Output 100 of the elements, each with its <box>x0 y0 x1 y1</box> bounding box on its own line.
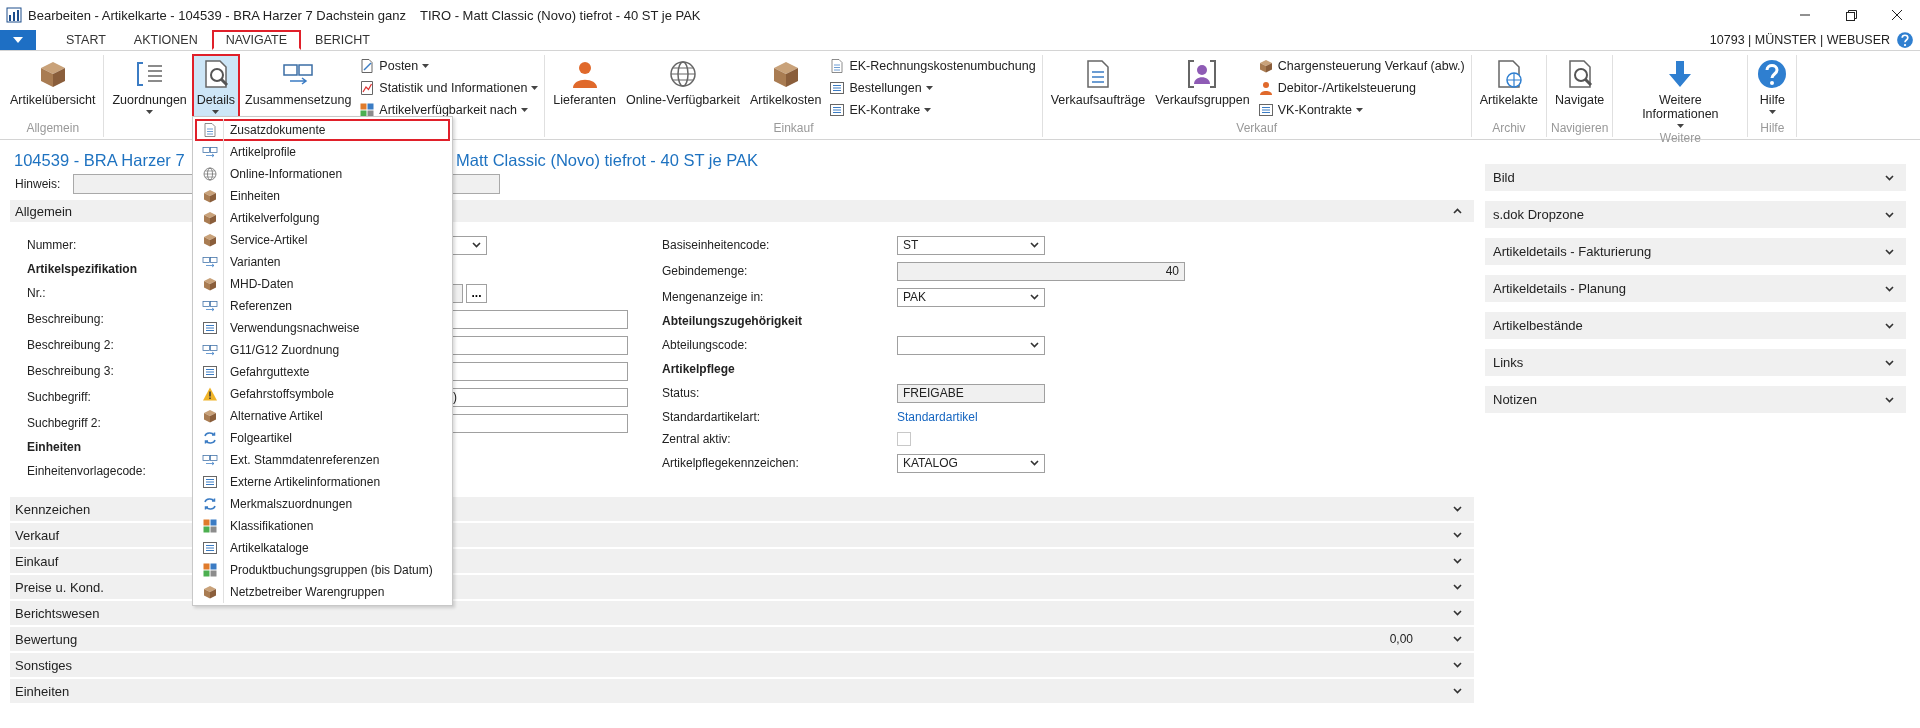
chevron-down-icon[interactable] <box>472 242 481 248</box>
menu-item[interactable]: Alternative Artikel <box>195 405 450 427</box>
chevron-down-icon[interactable] <box>1030 342 1039 348</box>
subsection-heading: Abteilungszugehörigkeit <box>662 314 802 328</box>
ribbon-button[interactable]: Artikelkosten <box>745 55 826 117</box>
input-field[interactable]: 40 <box>897 261 1185 281</box>
menu-item[interactable]: Externe Artikelinformationen <box>195 471 450 493</box>
menu-item[interactable]: Zusatzdokumente <box>195 119 450 141</box>
ribbon-button[interactable]: Verkaufsaufträge <box>1046 55 1150 117</box>
menu-item[interactable]: Service-Artikel <box>195 229 450 251</box>
ribbon-button[interactable]: Artikelübersicht <box>6 55 100 117</box>
chevron-down-icon[interactable] <box>1453 506 1462 512</box>
ribbon-button[interactable]: VK-Kontrakte <box>1255 99 1467 120</box>
menu-item[interactable]: Artikelprofile <box>195 141 450 163</box>
field-label: Suchbegriff: <box>27 390 91 404</box>
ribbon-button[interactable]: EK-Rechnungskostenumbuchung <box>827 55 1038 76</box>
section-header[interactable]: Berichtswesen <box>10 601 1474 625</box>
dropdown-field[interactable]: PAK <box>897 287 1045 307</box>
ribbon-button[interactable]: Navigate <box>1551 55 1609 117</box>
field-label: Beschreibung 3: <box>27 364 114 378</box>
ribbon-button[interactable]: Chargensteuerung Verkauf (abw.) <box>1255 55 1467 76</box>
field-label: Basiseinheitencode: <box>662 238 771 252</box>
ribbon-tab[interactable]: AKTIONEN <box>119 30 212 50</box>
factbox-header[interactable]: Artikelbestände <box>1485 312 1906 339</box>
box-icon <box>202 584 218 600</box>
app-menu-button[interactable] <box>0 30 36 50</box>
menu-item[interactable]: Referenzen <box>195 295 450 317</box>
chevron-down-icon[interactable] <box>1885 285 1894 292</box>
menu-item[interactable]: MHD-Daten <box>195 273 450 295</box>
field-label: Mengenanzeige in: <box>662 290 765 304</box>
menu-item[interactable]: Varianten <box>195 251 450 273</box>
menu-item[interactable]: G11/G12 Zuordnung <box>195 339 450 361</box>
input-field[interactable]: FREIGABE <box>897 383 1045 403</box>
factbox-header[interactable]: Notizen <box>1485 386 1906 413</box>
menu-item[interactable]: Folgeartikel <box>195 427 450 449</box>
factbox-header[interactable]: s.dok Dropzone <box>1485 201 1906 228</box>
chevron-down-icon[interactable] <box>1453 636 1462 642</box>
menu-item[interactable]: Gefahrguttexte <box>195 361 450 383</box>
menu-item[interactable]: Ext. Stammdatenreferenzen <box>195 449 450 471</box>
factbox-header[interactable]: Artikeldetails - Planung <box>1485 275 1906 302</box>
field-label: Status: <box>662 386 701 400</box>
lookup-button[interactable]: ... <box>466 283 487 303</box>
chevron-down-icon[interactable] <box>1885 396 1894 403</box>
group-label: Weitere <box>1658 131 1702 145</box>
chevron-down-icon[interactable] <box>1453 688 1462 694</box>
field-label: Gebindemenge: <box>662 264 749 278</box>
ribbon-button[interactable]: Lieferanten <box>549 55 620 117</box>
chevron-down-icon[interactable] <box>1885 322 1894 329</box>
chevron-down-icon[interactable] <box>1453 532 1462 538</box>
chevron-down-icon[interactable] <box>1885 174 1894 181</box>
cards-icon <box>202 254 218 270</box>
field-link[interactable]: Standardartikel <box>897 410 978 424</box>
ribbon-button[interactable]: Artikelakte <box>1475 55 1542 117</box>
ribbon-button[interactable]: Weitere Informationen <box>1617 55 1744 131</box>
ribbon-button[interactable]: Statistik und Informationen <box>357 77 541 98</box>
ribbon-button[interactable]: Hilfe <box>1752 55 1793 117</box>
chevron-down-icon[interactable] <box>1030 242 1039 248</box>
chevron-down-icon[interactable] <box>1885 211 1894 218</box>
field-label: Standardartikelart: <box>662 410 762 424</box>
menu-item[interactable]: Online-Informationen <box>195 163 450 185</box>
chevron-down-icon[interactable] <box>1453 610 1462 616</box>
group-label: Verkauf <box>1235 121 1278 137</box>
ribbon-button[interactable]: Zuordnungen <box>108 55 191 117</box>
chevron-down-icon[interactable] <box>1453 662 1462 668</box>
field-label: Artikelpflegekennzeichen: <box>662 456 800 470</box>
factbox-header[interactable]: Links <box>1485 349 1906 376</box>
subsection-heading: Artikelpflege <box>662 362 735 376</box>
dropdown-field[interactable] <box>897 335 1045 355</box>
ribbon-button[interactable]: Bestellungen <box>827 77 1038 98</box>
ribbon-button[interactable]: Verkaufsgruppen <box>1151 55 1254 117</box>
ribbon-button[interactable]: Online-Verfügbarkeit <box>621 55 744 117</box>
chevron-up-icon[interactable] <box>1453 208 1462 214</box>
ribbon-tab[interactable]: START <box>52 30 120 50</box>
checkbox[interactable] <box>897 432 911 446</box>
factbox-header[interactable]: Bild <box>1485 164 1906 191</box>
ribbon-button[interactable]: EK-Kontrake <box>827 99 1038 120</box>
ribbon-button[interactable]: Artikelverfügbarkeit nach <box>357 99 541 120</box>
ribbon-button[interactable]: Debitor-/Artikelsteuerung <box>1255 77 1467 98</box>
chevron-down-icon[interactable] <box>1030 294 1039 300</box>
chevron-down-icon[interactable] <box>1885 359 1894 366</box>
ribbon-tab[interactable]: NAVIGATE <box>211 30 302 50</box>
chevron-down-icon[interactable] <box>1030 460 1039 466</box>
document-pencil-icon <box>359 57 376 74</box>
dropdown-field[interactable]: ST <box>897 235 1045 255</box>
ribbon-tab[interactable]: BERICHT <box>301 30 384 50</box>
help-icon <box>1756 58 1789 90</box>
section-header[interactable]: Einheiten <box>10 679 1474 703</box>
menu-item[interactable]: Verwendungsnachweise <box>195 317 450 339</box>
ribbon-button[interactable]: Posten <box>357 55 541 76</box>
ribbon-button[interactable]: Zusammensetzung <box>241 55 356 117</box>
section-header[interactable]: Bewertung 0,00 <box>10 627 1474 651</box>
ribbon-button[interactable]: Details <box>192 55 240 117</box>
chevron-down-icon[interactable] <box>1453 558 1462 564</box>
box-icon <box>202 188 218 204</box>
section-header[interactable]: Sonstiges <box>10 653 1474 677</box>
caret-icon <box>13 37 23 43</box>
factbox-header[interactable]: Artikeldetails - Fakturierung <box>1485 238 1906 265</box>
chevron-down-icon[interactable] <box>1885 248 1894 255</box>
chevron-down-icon[interactable] <box>1453 584 1462 590</box>
dropdown-field[interactable]: KATALOG <box>897 453 1045 473</box>
